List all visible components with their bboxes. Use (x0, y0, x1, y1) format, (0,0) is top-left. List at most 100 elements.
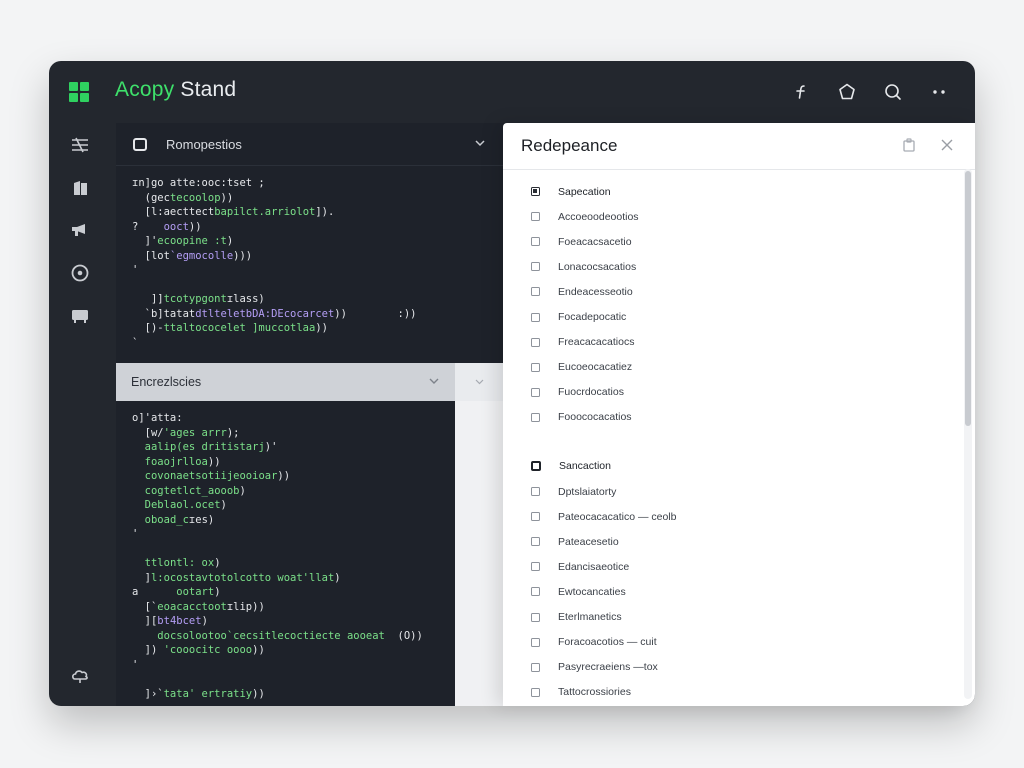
code-token: [` (132, 600, 158, 613)
code-line: [lot`egmocolle))) (132, 249, 504, 264)
list-item[interactable]: Accoeoodeootios (531, 204, 676, 229)
list-item[interactable]: Tattocrossiories (531, 680, 676, 705)
code-token: 'ages arrr (163, 426, 227, 439)
code-line: ttlontl: ox) (132, 556, 455, 571)
list-item[interactable]: Fuocrdocatios (531, 380, 676, 405)
list-item[interactable]: Dptslaiatorty (531, 479, 676, 504)
list-item[interactable]: Endeacesseotio (531, 279, 676, 304)
sidebar (49, 123, 116, 706)
code-panel-primary-header[interactable]: Romopestios (116, 123, 504, 166)
chevron-down-icon[interactable] (473, 136, 487, 155)
checkbox[interactable] (531, 287, 540, 297)
checkbox[interactable] (531, 337, 540, 347)
list-item-label: Endeacesseotio (558, 285, 633, 298)
checkbox[interactable] (531, 662, 540, 672)
cloud-icon[interactable] (69, 665, 91, 687)
filter-icon[interactable] (69, 134, 91, 156)
code-token: ɪn]go atte:ooc:tset ; (132, 177, 265, 189)
code-token: [w/ (132, 426, 164, 439)
code-token: ][ (132, 615, 158, 627)
code-token: ootart (176, 586, 215, 598)
list-item[interactable]: Lonacocsacatios (531, 254, 676, 279)
list-item[interactable]: Ewtocancaties (531, 579, 676, 604)
pentagon-icon[interactable] (831, 79, 863, 105)
list-item[interactable]: Freacacacatiocs (531, 330, 676, 355)
terminal-icon[interactable] (69, 305, 91, 327)
list-item[interactable]: Foeacacsacetio (531, 229, 676, 254)
section-header[interactable]: Sapecation (531, 179, 676, 204)
code-panel-secondary-header[interactable]: Encrezlscies (116, 363, 455, 401)
code-token: docsolootoo`cecsitlecoctiecte aooeat (157, 629, 385, 642)
code-token: )) :)) (334, 307, 417, 320)
panel-splitter[interactable] (455, 363, 504, 401)
top-actions (785, 79, 955, 105)
checkbox[interactable] (531, 637, 540, 647)
checkbox[interactable] (531, 612, 540, 622)
list-item[interactable]: Fooococacatios (531, 405, 676, 430)
list-item[interactable]: Foracoacotios — cuit (531, 630, 676, 655)
code-token: ttaltococelet ]muccotlaa (163, 322, 316, 334)
code-editor-primary[interactable]: ɪn]go atte:ooc:tset ; (gectecoolop)) [l:… (116, 166, 504, 350)
list-item-label: Sancaction (559, 460, 611, 473)
checkbox[interactable] (531, 362, 540, 372)
code-token: a (132, 586, 177, 598)
book-icon[interactable] (69, 177, 91, 199)
checkbox[interactable] (531, 562, 540, 572)
checkbox[interactable] (531, 237, 540, 247)
close-icon[interactable] (939, 137, 955, 158)
checkbox[interactable] (531, 412, 540, 422)
code-line: Deblaol.ocet) (132, 498, 455, 513)
code-line: cogtetlct_aooob) (132, 484, 455, 499)
target-icon[interactable] (69, 262, 91, 284)
code-token: ooct (163, 220, 189, 233)
megaphone-icon[interactable] (69, 219, 91, 241)
list-item[interactable]: Eterlmanetics (531, 605, 676, 630)
code-line: ? ooct)) (132, 220, 504, 235)
code-token: ]) (132, 644, 164, 656)
list-item[interactable]: Pasyrecraeiens —tox (531, 655, 676, 680)
code-token: ]). (315, 206, 335, 218)
code-token: ttlontl: ox (144, 557, 215, 569)
checkbox[interactable] (531, 537, 540, 547)
code-token: covonaetsotiijeooioar (144, 470, 278, 482)
code-line: aalip(es dritistarj)' (132, 440, 455, 455)
chevron-down-icon[interactable] (427, 374, 441, 393)
code-panel-primary-title: Romopestios (166, 136, 242, 152)
checkbox[interactable] (531, 387, 540, 397)
code-token: )) (277, 470, 291, 482)
checkbox[interactable] (531, 587, 540, 597)
code-token: ' (132, 528, 139, 540)
list-item[interactable]: Pateocacacatico — ceolb (531, 504, 676, 529)
checkbox[interactable] (531, 687, 540, 697)
code-token: ecoopine :t (157, 235, 227, 247)
search-icon[interactable] (877, 79, 909, 105)
checkbox[interactable] (531, 212, 540, 222)
dependence-list: Sapecation Accoeoodeootios Foeacacsacetio L… (531, 179, 676, 705)
list-item[interactable]: Focadepocatic (531, 304, 676, 329)
checkbox[interactable] (531, 262, 540, 272)
list-item[interactable]: Edancisaeotice (531, 554, 676, 579)
code-token: ɪlass) (226, 293, 265, 305)
clipboard-icon[interactable] (901, 137, 917, 158)
code-editor-secondary[interactable]: o]'atta: [w/'ages arrr); aalip(es dritis… (116, 401, 455, 701)
checkbox[interactable] (531, 312, 540, 322)
section-header[interactable]: Sancaction (531, 454, 676, 479)
list-item[interactable]: Pateacesetio (531, 529, 676, 554)
scrollbar-thumb[interactable] (965, 171, 971, 426)
code-token: 'cooocitc oooo (163, 644, 253, 656)
scrollbar[interactable] (964, 169, 972, 699)
code-token: foaojrlloa (144, 455, 208, 468)
more-icon[interactable] (923, 79, 955, 105)
checkbox[interactable] (531, 187, 540, 197)
list-item[interactable]: Eucoeocacatiez (531, 355, 676, 380)
function-icon[interactable] (785, 79, 817, 105)
app-title: Acopy Stand (115, 78, 236, 102)
checkbox[interactable] (531, 487, 540, 497)
checkbox[interactable] (531, 461, 541, 472)
checkbox[interactable] (531, 512, 540, 522)
code-line: [w/'ages arrr); (132, 426, 455, 441)
code-token: ` (132, 336, 139, 349)
code-line: `b]tatatdtlteletbDA:DEcocarcet)) :)) (132, 307, 504, 322)
code-token: o]'atta: (132, 412, 183, 424)
